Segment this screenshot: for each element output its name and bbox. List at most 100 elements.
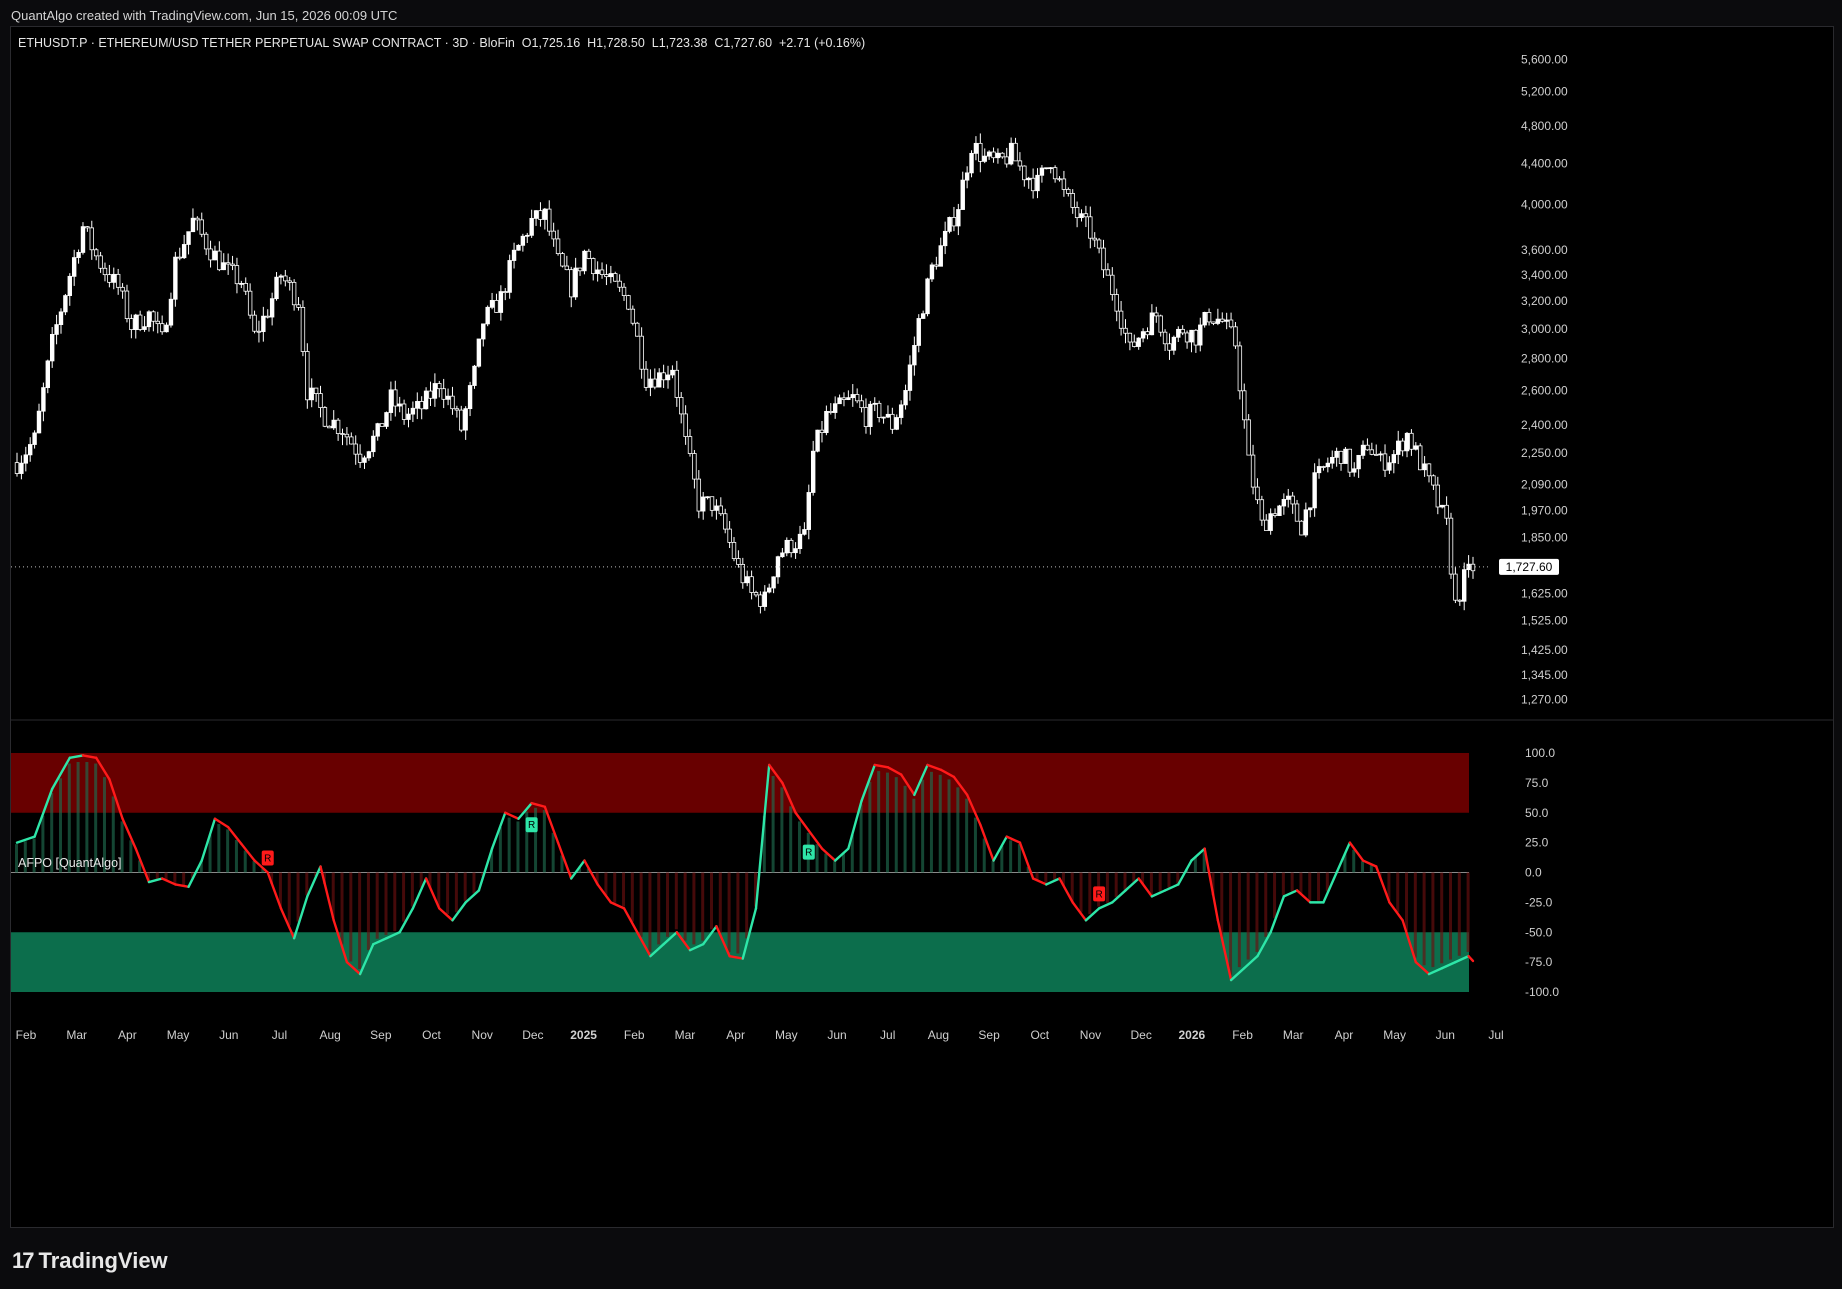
candle-body xyxy=(995,152,1001,159)
histogram-bar xyxy=(938,774,942,873)
candle-body xyxy=(410,407,416,415)
candle xyxy=(595,261,600,282)
candle-body xyxy=(709,496,715,511)
candle xyxy=(511,242,517,269)
candle xyxy=(1378,451,1383,462)
price-tick-label: 4,800.00 xyxy=(1521,119,1568,133)
last-price-label: 1,727.60 xyxy=(1506,560,1553,574)
candle-body xyxy=(1237,345,1243,392)
candle-body xyxy=(934,264,939,267)
oscillator-segment xyxy=(1269,895,1286,934)
candle-body xyxy=(472,365,477,386)
candle-body xyxy=(969,152,974,174)
candle xyxy=(1462,562,1467,611)
candle-body xyxy=(437,383,442,390)
candle xyxy=(67,273,72,306)
candle xyxy=(305,343,310,409)
candle xyxy=(670,365,675,379)
candle xyxy=(731,537,737,562)
histogram-bar xyxy=(182,872,186,886)
candle-body xyxy=(846,397,851,400)
tradingview-logo[interactable]: 17 TradingView xyxy=(12,1248,168,1274)
histogram-bar xyxy=(885,772,889,873)
candle xyxy=(362,455,367,469)
candle-body xyxy=(36,410,42,434)
candle-body xyxy=(155,320,160,325)
candle-body xyxy=(274,276,279,300)
candle-body xyxy=(920,313,926,319)
candle xyxy=(639,327,644,379)
candle-body xyxy=(331,419,336,429)
candle xyxy=(969,150,974,178)
candle xyxy=(27,437,33,462)
candle-body xyxy=(555,238,561,254)
candle xyxy=(1171,335,1177,355)
candle-body xyxy=(1193,329,1199,346)
oscillator-segment xyxy=(1282,889,1299,898)
candle-body xyxy=(1378,453,1383,456)
candle-body xyxy=(1369,449,1375,455)
histogram-bar xyxy=(507,817,511,873)
candle xyxy=(1008,137,1014,166)
histogram-bar xyxy=(1290,872,1294,892)
candle xyxy=(876,400,882,423)
candle xyxy=(516,244,521,251)
candle xyxy=(476,338,482,368)
candle-body xyxy=(881,416,886,419)
oscillator-segment xyxy=(226,825,243,846)
candle-body xyxy=(239,282,244,285)
chart-frame[interactable]: 5,600.00 5,200.00 4,800.00 4,400.00 4,000.00… xyxy=(10,26,1834,1228)
candle-body xyxy=(591,258,596,275)
candle xyxy=(1158,314,1163,337)
histogram-bar xyxy=(1044,872,1048,884)
indicator-tick-label: -75.0 xyxy=(1525,955,1553,969)
candle xyxy=(503,288,508,301)
candle xyxy=(239,280,244,289)
candle xyxy=(225,253,231,275)
candle-body xyxy=(441,388,446,400)
oscillator-segment xyxy=(121,817,137,850)
candle-body xyxy=(371,435,376,453)
candle xyxy=(1193,329,1199,353)
candle xyxy=(1347,448,1353,478)
candle xyxy=(1453,567,1458,604)
candle xyxy=(1044,167,1049,170)
candle xyxy=(991,147,996,163)
candle xyxy=(1206,308,1212,326)
candle xyxy=(635,321,640,337)
candle-body xyxy=(80,226,86,253)
candle-body xyxy=(564,265,570,271)
histogram-bar xyxy=(1149,872,1153,896)
candle xyxy=(973,136,979,161)
candle-body xyxy=(1127,332,1133,343)
oscillator-segment xyxy=(504,811,520,820)
candle-body xyxy=(1457,599,1463,602)
candle-body xyxy=(599,269,605,275)
candle-body xyxy=(876,402,882,418)
candle xyxy=(674,360,680,407)
candle-body xyxy=(1206,311,1212,323)
price-tick-label: 1,345.00 xyxy=(1521,668,1568,682)
candle-body xyxy=(401,403,407,420)
ohlc-low: L1,723.38 xyxy=(651,36,708,50)
candle xyxy=(912,336,917,376)
symbol-title[interactable]: ETHUSDT.P · ETHEREUM/USD TETHER PERPETUA… xyxy=(18,36,515,50)
candle-body xyxy=(1440,504,1445,508)
indicator-legend[interactable]: AFPO [QuantAlgo] xyxy=(18,856,122,870)
candle-body xyxy=(98,255,103,269)
histogram-bar xyxy=(358,872,362,969)
candle-body xyxy=(639,335,644,370)
oscillator-segment xyxy=(1322,871,1338,904)
histogram-bar xyxy=(648,872,652,952)
candle xyxy=(45,359,50,394)
candle xyxy=(98,251,103,273)
candle xyxy=(613,271,618,282)
candle-body xyxy=(1096,239,1102,249)
candle xyxy=(423,387,429,410)
histogram-bar xyxy=(991,861,995,873)
oscillator-segment xyxy=(1163,883,1180,892)
candle xyxy=(36,403,42,434)
candle-body xyxy=(146,311,152,328)
candle xyxy=(1365,438,1370,451)
chart-canvas[interactable]: 5,600.00 5,200.00 4,800.00 4,400.00 4,000.00… xyxy=(11,27,1833,1227)
